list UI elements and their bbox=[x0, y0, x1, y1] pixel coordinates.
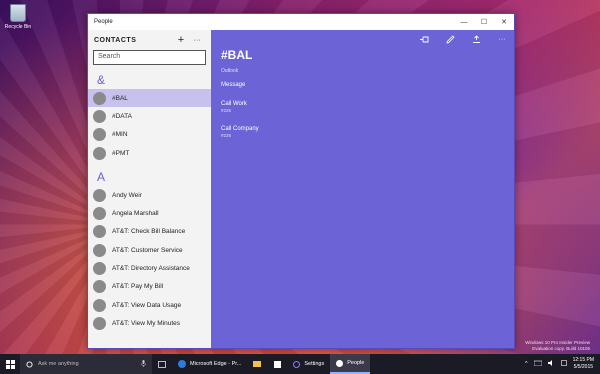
search-input[interactable]: Search bbox=[93, 50, 206, 65]
share-icon[interactable] bbox=[470, 33, 482, 45]
message-link[interactable]: Message bbox=[221, 82, 504, 88]
taskbar: Ask me anything Microsoft Edge - Pr... S… bbox=[0, 354, 600, 374]
contact-name: AT&T: Customer Service bbox=[112, 246, 183, 254]
contact-item[interactable]: Angela Marshall bbox=[88, 204, 211, 222]
contact-name: Angela Marshall bbox=[112, 210, 159, 218]
clock-time: 12:15 PM bbox=[572, 357, 594, 363]
avatar bbox=[93, 280, 106, 294]
avatar bbox=[93, 91, 106, 105]
field-value: #225 bbox=[221, 133, 232, 138]
contact-title: #BAL bbox=[221, 48, 253, 62]
cortana-search-text: Ask me anything bbox=[38, 361, 79, 367]
watermark-line: Evaluation copy. Build 10105 bbox=[532, 346, 590, 351]
call-work-field[interactable]: Call Work #225 bbox=[221, 101, 504, 113]
contact-name: AT&T: View Data Usage bbox=[112, 301, 182, 309]
window-title: People bbox=[94, 19, 113, 25]
group-header-a[interactable]: A bbox=[88, 162, 211, 186]
windows-logo-icon bbox=[5, 359, 15, 369]
contact-item[interactable]: AT&T: Pay My Bill bbox=[88, 278, 211, 296]
system-tray: ^ 12:15 PM 5/5/2015 bbox=[525, 357, 600, 371]
call-company-field[interactable]: Call Company #225 bbox=[221, 126, 504, 138]
taskbar-app-settings[interactable]: Settings bbox=[287, 354, 330, 374]
contact-name: AT&T: Check Bill Balance bbox=[112, 228, 186, 236]
add-contact-button[interactable]: + bbox=[173, 34, 189, 46]
close-button[interactable]: ✕ bbox=[494, 14, 514, 30]
contact-name: AT&T: Pay My Bill bbox=[112, 283, 164, 291]
system-clock[interactable]: 12:15 PM 5/5/2015 bbox=[573, 357, 594, 371]
taskbar-app-label: Settings bbox=[304, 361, 325, 367]
avatar bbox=[93, 243, 106, 257]
contact-item[interactable]: AT&T: Customer Service bbox=[88, 241, 211, 259]
avatar bbox=[93, 188, 106, 202]
taskbar-app-label: Microsoft Edge - Pr... bbox=[190, 361, 242, 367]
taskbar-app-people[interactable]: People bbox=[330, 354, 371, 374]
contact-name: Andy Weir bbox=[112, 191, 142, 199]
more-options-button[interactable]: ··· bbox=[189, 37, 205, 44]
recycle-bin-label: Recycle Bin bbox=[4, 24, 32, 30]
contact-item[interactable]: #MIN bbox=[88, 126, 211, 144]
microphone-icon[interactable] bbox=[141, 359, 146, 369]
contact-item[interactable]: #BAL bbox=[88, 89, 211, 108]
cortana-icon bbox=[26, 360, 33, 368]
maximize-button[interactable]: ☐ bbox=[474, 14, 494, 30]
taskbar-app-label: People bbox=[347, 360, 365, 366]
recycle-bin[interactable]: Recycle Bin bbox=[3, 4, 33, 30]
contact-detail-pane: ··· #BAL Outlook Message Call Work #225 … bbox=[211, 30, 514, 348]
chevron-up-icon[interactable]: ^ bbox=[525, 361, 528, 367]
contact-item[interactable]: AT&T: Directory Assistance bbox=[88, 259, 211, 277]
pin-icon[interactable] bbox=[418, 33, 430, 45]
avatar bbox=[93, 225, 106, 239]
avatar bbox=[93, 262, 106, 276]
recycle-bin-icon bbox=[10, 4, 26, 22]
edge-icon bbox=[178, 360, 186, 368]
title-bar[interactable]: People — ☐ ✕ bbox=[88, 14, 514, 30]
contact-item[interactable]: AT&T: View My Minutes bbox=[88, 314, 211, 332]
contact-name: #MIN bbox=[112, 131, 128, 139]
avatar bbox=[93, 109, 106, 123]
more-icon[interactable]: ··· bbox=[496, 33, 508, 45]
avatar bbox=[93, 207, 106, 221]
network-icon[interactable] bbox=[533, 360, 542, 368]
volume-icon[interactable] bbox=[547, 360, 555, 368]
contact-name: #BAL bbox=[112, 94, 128, 102]
edit-icon[interactable] bbox=[444, 33, 456, 45]
avatar bbox=[93, 128, 106, 142]
contact-item[interactable]: #PMT bbox=[88, 144, 211, 162]
contact-name: #DATA bbox=[112, 112, 132, 120]
taskbar-app-edge[interactable]: Microsoft Edge - Pr... bbox=[172, 354, 247, 374]
people-window: People — ☐ ✕ CONTACTS + ··· Search & #BA… bbox=[87, 13, 515, 349]
contact-name: AT&T: View My Minutes bbox=[112, 319, 181, 327]
build-watermark: Windows 10 Pro Insider Preview Evaluatio… bbox=[525, 340, 590, 352]
explorer-icon[interactable] bbox=[247, 354, 267, 374]
contact-item[interactable]: AT&T: Check Bill Balance bbox=[88, 223, 211, 241]
contact-item[interactable]: Andy Weir bbox=[88, 186, 211, 204]
contact-item[interactable]: AT&T: View Data Usage bbox=[88, 296, 211, 314]
minimize-button[interactable]: — bbox=[454, 14, 474, 30]
field-value: #225 bbox=[221, 108, 232, 113]
contact-name: AT&T: Directory Assistance bbox=[112, 265, 190, 273]
notifications-icon[interactable] bbox=[560, 360, 567, 368]
avatar bbox=[93, 298, 106, 312]
contact-source: Outlook bbox=[221, 68, 239, 74]
contact-name: #PMT bbox=[112, 149, 130, 157]
start-button[interactable] bbox=[0, 354, 20, 374]
store-icon[interactable] bbox=[267, 354, 287, 374]
contacts-header: CONTACTS bbox=[94, 36, 137, 44]
avatar bbox=[93, 316, 106, 330]
clock-date: 5/5/2015 bbox=[573, 364, 594, 370]
avatar bbox=[93, 146, 106, 160]
field-label: Call Work bbox=[221, 101, 247, 107]
settings-icon bbox=[293, 360, 301, 368]
task-view-icon[interactable] bbox=[152, 354, 172, 374]
cortana-search-box[interactable]: Ask me anything bbox=[20, 354, 152, 374]
contacts-pane: CONTACTS + ··· Search & #BAL #DATA #MIN … bbox=[88, 30, 211, 348]
people-icon bbox=[336, 359, 344, 367]
group-header-ampersand[interactable]: & bbox=[88, 65, 211, 89]
contact-item[interactable]: #DATA bbox=[88, 107, 211, 125]
field-label: Call Company bbox=[221, 126, 259, 132]
